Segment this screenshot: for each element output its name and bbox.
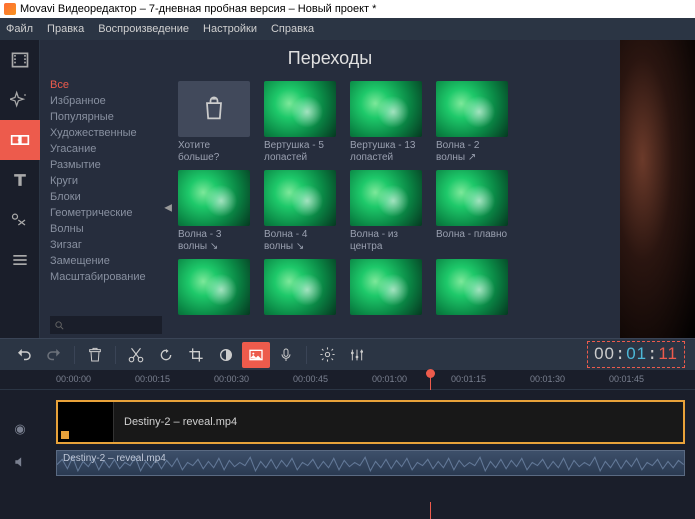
window-title: Movavi Видеоредактор – 7-дневная пробная… bbox=[20, 3, 376, 15]
clip-label: Destiny-2 – reveal.mp4 bbox=[114, 416, 237, 428]
redo-button[interactable] bbox=[40, 342, 68, 368]
ruler-tick: 00:01:00 bbox=[372, 374, 407, 384]
ruler-tick: 00:01:30 bbox=[530, 374, 565, 384]
transition-item[interactable] bbox=[178, 259, 250, 315]
collapse-sidebar-icon[interactable]: ◀ bbox=[164, 202, 172, 213]
titlebar: Movavi Видеоредактор – 7-дневная пробная… bbox=[0, 0, 695, 18]
preview-pane bbox=[620, 40, 695, 338]
image-button[interactable] bbox=[242, 342, 270, 368]
ruler-tick: 00:01:45 bbox=[609, 374, 644, 384]
undo-button[interactable] bbox=[10, 342, 38, 368]
category-item[interactable]: Волны bbox=[50, 221, 166, 237]
ruler-tick: 00:00:15 bbox=[135, 374, 170, 384]
transition-item[interactable]: Вертушка - 13 лопастей bbox=[350, 81, 422, 164]
clip-label: Destiny-2 – reveal.mp4 bbox=[63, 453, 166, 464]
equalizer-button[interactable] bbox=[343, 342, 371, 368]
transition-label: Волна - 3 волны ↘ bbox=[178, 229, 250, 253]
tool-filters[interactable] bbox=[0, 80, 40, 120]
delete-button[interactable] bbox=[81, 342, 109, 368]
ruler-tick: 00:00:45 bbox=[293, 374, 328, 384]
transitions-panel: Переходы Все Избранное Популярные Художе… bbox=[40, 40, 620, 338]
menu-settings[interactable]: Настройки bbox=[203, 23, 257, 35]
category-search[interactable] bbox=[50, 316, 162, 334]
category-list: Все Избранное Популярные Художественные … bbox=[40, 77, 170, 338]
audio-track[interactable]: Destiny-2 – reveal.mp4 bbox=[56, 450, 685, 476]
category-item[interactable]: Избранное bbox=[50, 93, 166, 109]
panel-title: Переходы bbox=[40, 40, 620, 77]
transition-item[interactable]: Волна - 3 волны ↘ bbox=[178, 170, 250, 253]
tool-media[interactable] bbox=[0, 40, 40, 80]
transition-item-promo[interactable]: Хотите больше? bbox=[178, 81, 250, 164]
category-item[interactable]: Размытие bbox=[50, 157, 166, 173]
transition-item[interactable]: Вертушка - 5 лопастей bbox=[264, 81, 336, 164]
menu-help[interactable]: Справка bbox=[271, 23, 314, 35]
tool-transitions[interactable] bbox=[0, 120, 40, 160]
transition-item[interactable]: Волна - 4 волны ↘ bbox=[264, 170, 336, 253]
audio-clip[interactable]: Destiny-2 – reveal.mp4 bbox=[56, 450, 685, 476]
video-track[interactable]: Destiny-2 – reveal.mp4 bbox=[56, 400, 685, 444]
transition-label: Волна - из центра bbox=[350, 229, 422, 253]
track-visibility-icon[interactable]: ◉ bbox=[14, 421, 25, 437]
shopping-bag-icon bbox=[200, 95, 228, 123]
transition-item[interactable]: Волна - из центра bbox=[350, 170, 422, 253]
transition-label: Вертушка - 5 лопастей bbox=[264, 140, 336, 164]
transition-item[interactable] bbox=[350, 259, 422, 315]
cut-button[interactable] bbox=[122, 342, 150, 368]
timeline-ruler[interactable]: 00:00:00 00:00:15 00:00:30 00:00:45 00:0… bbox=[0, 370, 695, 390]
clip-thumbnail bbox=[58, 402, 114, 442]
search-icon bbox=[54, 320, 65, 331]
ruler-tick: 00:01:15 bbox=[451, 374, 486, 384]
category-item[interactable]: Круги bbox=[50, 173, 166, 189]
timecode-display: 00:01:11 bbox=[587, 341, 685, 368]
menu-playback[interactable]: Воспроизведение bbox=[98, 23, 189, 35]
category-item[interactable]: Масштабирование bbox=[50, 269, 166, 285]
color-button[interactable] bbox=[212, 342, 240, 368]
ruler-tick: 00:00:00 bbox=[56, 374, 91, 384]
transition-label: Хотите больше? bbox=[178, 140, 250, 164]
mic-button[interactable] bbox=[272, 342, 300, 368]
tool-more[interactable] bbox=[0, 240, 40, 280]
category-item[interactable]: Блоки bbox=[50, 189, 166, 205]
transition-label: Волна - 4 волны ↘ bbox=[264, 229, 336, 253]
category-item[interactable]: Зигзаг bbox=[50, 237, 166, 253]
category-item[interactable]: Популярные bbox=[50, 109, 166, 125]
timeline-toolbar: 00:01:11 bbox=[0, 338, 695, 370]
transition-label: Волна - 2 волны ↗ bbox=[436, 140, 508, 164]
crop-button[interactable] bbox=[182, 342, 210, 368]
category-item[interactable]: Все bbox=[50, 77, 166, 93]
transition-item[interactable] bbox=[436, 259, 508, 315]
left-toolbar bbox=[0, 40, 40, 338]
preview-video bbox=[620, 40, 695, 338]
video-clip[interactable]: Destiny-2 – reveal.mp4 bbox=[56, 400, 685, 444]
menu-edit[interactable]: Правка bbox=[47, 23, 84, 35]
app-icon bbox=[4, 3, 16, 15]
transition-label: Вертушка - 13 лопастей bbox=[350, 140, 422, 164]
timeline[interactable]: ◉ Destiny-2 – reveal.mp4 Destiny-2 – rev… bbox=[0, 390, 695, 502]
transition-item[interactable]: Волна - плавно bbox=[436, 170, 508, 253]
transitions-grid: Хотите больше? Вертушка - 5 лопастей Вер… bbox=[170, 77, 620, 338]
settings-button[interactable] bbox=[313, 342, 341, 368]
rotate-button[interactable] bbox=[152, 342, 180, 368]
category-item[interactable]: Геометрические bbox=[50, 205, 166, 221]
menu-file[interactable]: Файл bbox=[6, 23, 33, 35]
track-mute-icon[interactable] bbox=[13, 455, 27, 472]
tool-titles[interactable] bbox=[0, 160, 40, 200]
category-item[interactable]: Угасание bbox=[50, 141, 166, 157]
transition-item[interactable] bbox=[264, 259, 336, 315]
tool-stickers[interactable] bbox=[0, 200, 40, 240]
category-item[interactable]: Художественные bbox=[50, 125, 166, 141]
transition-item[interactable]: Волна - 2 волны ↗ bbox=[436, 81, 508, 164]
menubar: Файл Правка Воспроизведение Настройки Сп… bbox=[0, 18, 695, 40]
ruler-tick: 00:00:30 bbox=[214, 374, 249, 384]
transition-label: Волна - плавно bbox=[436, 229, 508, 253]
category-item[interactable]: Замещение bbox=[50, 253, 166, 269]
